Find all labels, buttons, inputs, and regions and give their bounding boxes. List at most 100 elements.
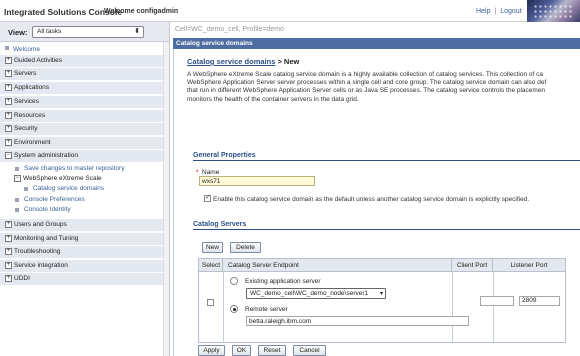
- name-input[interactable]: wxs71: [199, 176, 315, 186]
- default-domain-checkbox[interactable]: [204, 193, 211, 202]
- nav-item-users-and-groups[interactable]: + Users and Groups: [0, 219, 163, 231]
- help-link[interactable]: Help: [476, 8, 490, 15]
- bullet-icon: [15, 198, 19, 202]
- bullet-icon: [5, 46, 9, 50]
- column-header-endpoint: Catalog Server Endpoint: [223, 259, 452, 272]
- nav-item-applications[interactable]: + Applications: [0, 82, 163, 94]
- pane-title: Catalog service domains: [173, 38, 580, 49]
- breadcrumb-current: > New: [277, 57, 300, 66]
- expand-icon[interactable]: +: [5, 221, 12, 228]
- breadcrumb-link[interactable]: Catalog service domains: [187, 57, 275, 66]
- nav-item-environment[interactable]: + Environment: [0, 137, 163, 149]
- expand-icon[interactable]: +: [5, 248, 12, 255]
- nav-item-label: Resources: [14, 112, 46, 119]
- expand-icon[interactable]: +: [5, 70, 12, 77]
- ok-button[interactable]: OK: [232, 345, 251, 356]
- pane-body: Catalog service domains > New A WebSpher…: [173, 49, 580, 356]
- nav-item-label: Service integration: [14, 262, 68, 269]
- expand-icon[interactable]: +: [5, 57, 12, 64]
- nav-item-label: Console Identity: [24, 206, 71, 213]
- column-divider: [452, 272, 453, 342]
- expand-icon[interactable]: +: [5, 275, 12, 282]
- collapse-icon[interactable]: −: [5, 152, 12, 159]
- nav-item-label: UDDI: [14, 275, 30, 282]
- section-divider: [193, 160, 580, 161]
- expand-icon[interactable]: +: [5, 125, 12, 132]
- nav-scrollbar[interactable]: [163, 42, 169, 356]
- existing-server-value: WC_demo_cell\WC_demo_node\server1: [250, 290, 369, 297]
- delete-button[interactable]: Delete: [230, 242, 261, 253]
- view-select[interactable]: All tasks ⬍: [32, 26, 144, 38]
- nav-item-label: System administration: [14, 152, 78, 159]
- description-line: monitors the health of the container ser…: [187, 95, 359, 103]
- remote-server-input[interactable]: betta.raleigh.ibm.com: [246, 316, 469, 326]
- expand-icon[interactable]: +: [5, 235, 12, 242]
- nav-item-services[interactable]: + Services: [0, 96, 163, 108]
- nav-item-label: Welcome: [13, 46, 40, 53]
- nav-item-troubleshooting[interactable]: + Troubleshooting: [0, 246, 163, 258]
- cancel-button[interactable]: Cancel: [293, 345, 326, 356]
- catalog-servers-heading: Catalog Servers: [193, 221, 247, 228]
- banner-links: Help | Logout: [476, 8, 522, 15]
- existing-server-select[interactable]: WC_demo_cell\WC_demo_node\server1 ▾: [246, 288, 386, 299]
- required-marker: *: [196, 169, 199, 176]
- row-select-checkbox[interactable]: [207, 299, 214, 306]
- expand-icon[interactable]: +: [5, 84, 12, 91]
- general-properties-heading: General Properties: [193, 152, 256, 159]
- nav-item-label: Services: [14, 98, 39, 105]
- expand-icon[interactable]: +: [5, 262, 12, 269]
- chevron-down-icon: ▾: [379, 291, 383, 297]
- description: A WebSphere eXtreme Scale catalog servic…: [187, 71, 580, 104]
- default-domain-label: Enable this catalog service domain as th…: [213, 196, 530, 203]
- banner-graphic: [527, 0, 580, 22]
- nav-item-label: Security: [14, 125, 38, 132]
- nav-item-label: Monitoring and Tuning: [14, 235, 79, 242]
- nav-item-label: Environment: [14, 139, 51, 146]
- nav-item-label: Servers: [14, 70, 37, 77]
- reset-button[interactable]: Reset: [258, 345, 286, 356]
- top-banner: Integrated Solutions Console Welcome con…: [0, 0, 580, 22]
- bullet-icon: [15, 208, 19, 212]
- column-header-select: Select: [199, 259, 223, 272]
- column-header-listener-port: Listener Port: [493, 259, 565, 272]
- listener-port-input[interactable]: 2809: [519, 296, 560, 306]
- scope-text: Cell=WC_demo_cell, Profile=demo: [175, 26, 284, 33]
- nav-item-service-integration[interactable]: + Service integration: [0, 260, 163, 272]
- nav-item-label: WebSphere eXtreme Scale: [23, 175, 102, 182]
- remote-server-radio[interactable]: [230, 305, 238, 313]
- description-line: A WebSphere eXtreme Scale catalog servic…: [187, 71, 544, 78]
- view-select-value: All tasks: [37, 28, 62, 35]
- nav-item-console-identity[interactable]: Console Identity: [0, 204, 163, 216]
- nav-item-monitoring-and-tuning[interactable]: + Monitoring and Tuning: [0, 233, 163, 245]
- logout-link[interactable]: Logout: [500, 8, 521, 15]
- nav-item-servers[interactable]: + Servers: [0, 68, 163, 80]
- new-button[interactable]: New: [202, 242, 223, 253]
- column-divider: [493, 272, 494, 342]
- nav-item-guided-activities[interactable]: + Guided Activities: [0, 55, 163, 67]
- nav-item-label: Save changes to master repository: [24, 165, 125, 172]
- view-bar: View: All tasks ⬍: [0, 22, 169, 42]
- nav-item-system-administration[interactable]: − System administration: [0, 150, 163, 162]
- content-area: Cell=WC_demo_cell, Profile=demo Catalog …: [171, 22, 580, 356]
- collapse-icon[interactable]: −: [14, 175, 21, 182]
- existing-server-radio[interactable]: [230, 277, 238, 285]
- view-label: View:: [8, 28, 28, 37]
- expand-icon[interactable]: +: [5, 112, 12, 119]
- nav-item-label: Console Preferences: [24, 196, 85, 203]
- nav-item-security[interactable]: + Security: [0, 123, 163, 135]
- apply-button[interactable]: Apply: [198, 345, 225, 356]
- navigation-panel: View: All tasks ⬍ Welcome + Guided Activ…: [0, 22, 170, 356]
- nav-item-resources[interactable]: + Resources: [0, 110, 163, 122]
- bullet-icon: [15, 167, 19, 171]
- link-separator: |: [494, 8, 497, 15]
- column-header-client-port: Client Port: [452, 259, 493, 272]
- name-label: Name: [202, 169, 220, 176]
- client-port-input[interactable]: [480, 296, 514, 306]
- nav-item-uddi[interactable]: + UDDI: [0, 273, 163, 285]
- catalog-servers-table: Select Catalog Server Endpoint Client Po…: [198, 258, 566, 343]
- expand-icon[interactable]: +: [5, 98, 12, 105]
- nav-item-label: Troubleshooting: [14, 248, 61, 255]
- chevron-updown-icon: ⬍: [134, 28, 140, 35]
- expand-icon[interactable]: +: [5, 139, 12, 146]
- nav-item-label: Applications: [14, 84, 50, 91]
